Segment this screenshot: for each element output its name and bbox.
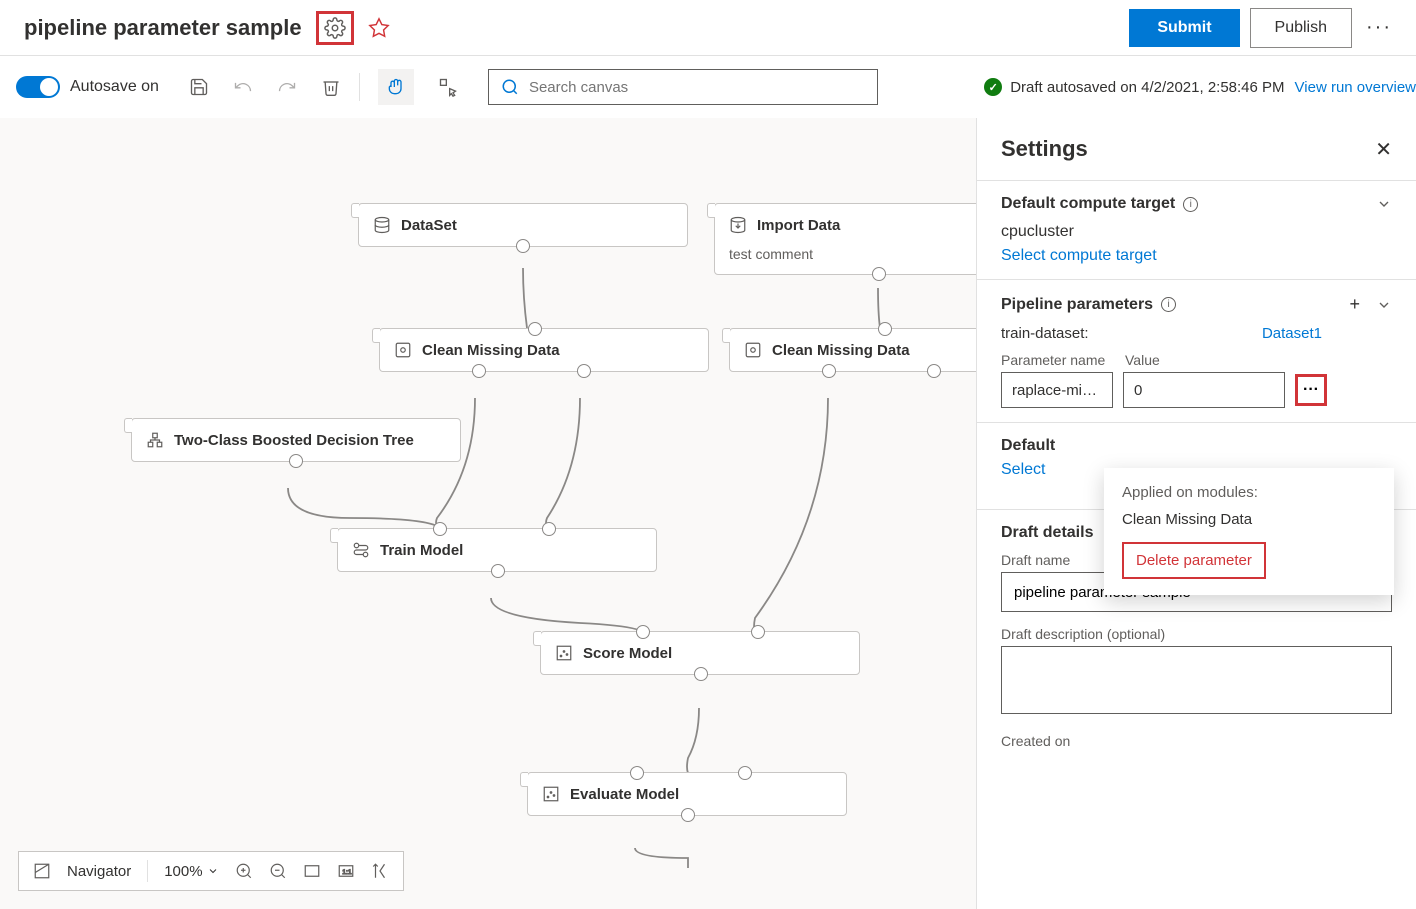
delete-icon[interactable] — [321, 77, 341, 97]
section-compute: Default compute target i cpucluster Sele… — [977, 180, 1416, 279]
node-clean-1[interactable]: Clean Missing Data — [379, 328, 709, 372]
star-icon[interactable] — [368, 17, 390, 39]
zoom-control[interactable]: 100% — [164, 863, 218, 880]
applied-module-item[interactable]: Clean Missing Data — [1122, 511, 1376, 528]
gear-small-icon — [394, 341, 412, 359]
more-icon[interactable]: ··· — [1366, 16, 1392, 39]
dataset-link[interactable]: Dataset1 — [1262, 325, 1322, 342]
section-parameters: Pipeline parameters i + train-dataset: D… — [977, 279, 1416, 422]
settings-gear-highlight[interactable] — [316, 11, 354, 45]
node-train[interactable]: Train Model — [337, 528, 657, 572]
info-icon[interactable]: i — [1183, 197, 1198, 212]
fit-icon[interactable] — [303, 862, 321, 880]
param-value-input[interactable] — [1123, 372, 1285, 408]
import-icon — [729, 216, 747, 234]
node-two-class[interactable]: Two-Class Boosted Decision Tree — [131, 418, 461, 462]
delete-parameter-button[interactable]: Delete parameter — [1122, 542, 1266, 579]
bottom-toolbar: Navigator 100% 1:1 — [18, 851, 404, 891]
view-run-link[interactable]: View run overview — [1295, 79, 1416, 96]
redo-icon[interactable] — [277, 77, 297, 97]
search-input[interactable] — [529, 79, 865, 96]
node-score[interactable]: Score Model — [540, 631, 860, 675]
node-dataset[interactable]: DataSet — [358, 203, 688, 247]
tree-icon — [146, 431, 164, 449]
score-icon — [555, 644, 573, 662]
settings-title: Settings — [1001, 136, 1375, 162]
navigator-label[interactable]: Navigator — [67, 863, 131, 880]
toolbar: Autosave on Draft autosaved on 4/2/2021,… — [0, 56, 1416, 118]
zoom-out-icon[interactable] — [269, 862, 287, 880]
train-icon — [352, 541, 370, 559]
autosave-toggle[interactable] — [16, 76, 60, 98]
gear-icon — [324, 17, 346, 39]
page-header: pipeline parameter sample Submit Publish… — [0, 0, 1416, 56]
chevron-down-icon[interactable] — [1376, 297, 1392, 313]
undo-icon[interactable] — [233, 77, 253, 97]
gear-small-icon — [744, 341, 762, 359]
save-icon[interactable] — [189, 77, 209, 97]
actual-size-icon[interactable]: 1:1 — [337, 862, 355, 880]
chevron-down-icon — [207, 865, 219, 877]
navigator-icon[interactable] — [33, 862, 51, 880]
param-name-input[interactable] — [1001, 372, 1113, 408]
draft-description-input[interactable] — [1001, 646, 1392, 714]
search-icon — [501, 78, 519, 96]
evaluate-icon — [542, 785, 560, 803]
zoom-in-icon[interactable] — [235, 862, 253, 880]
publish-button[interactable]: Publish — [1250, 8, 1352, 48]
auto-layout-icon[interactable] — [371, 862, 389, 880]
database-icon — [373, 216, 391, 234]
close-icon[interactable]: ✕ — [1375, 137, 1392, 162]
settings-panel: Settings ✕ Default compute target i cpuc… — [976, 118, 1416, 909]
select-compute-link[interactable]: Select compute target — [1001, 247, 1392, 265]
check-icon — [984, 78, 1002, 96]
info-icon[interactable]: i — [1161, 297, 1176, 312]
autosave-status: Draft autosaved on 4/2/2021, 2:58:46 PM … — [984, 78, 1416, 96]
chevron-down-icon[interactable] — [1376, 196, 1392, 212]
compute-name: cpucluster — [1001, 223, 1392, 241]
pan-icon[interactable] — [378, 69, 414, 105]
select-icon[interactable] — [438, 77, 458, 97]
add-parameter-icon[interactable]: + — [1349, 294, 1360, 315]
page-title: pipeline parameter sample — [24, 15, 302, 41]
submit-button[interactable]: Submit — [1129, 9, 1239, 47]
svg-text:1:1: 1:1 — [342, 869, 352, 876]
param-more-button[interactable]: ··· — [1295, 374, 1327, 406]
search-canvas[interactable] — [488, 69, 878, 105]
autosave-label: Autosave on — [70, 78, 159, 96]
parameter-popup: Applied on modules: Clean Missing Data D… — [1104, 468, 1394, 595]
node-evaluate[interactable]: Evaluate Model — [527, 772, 847, 816]
